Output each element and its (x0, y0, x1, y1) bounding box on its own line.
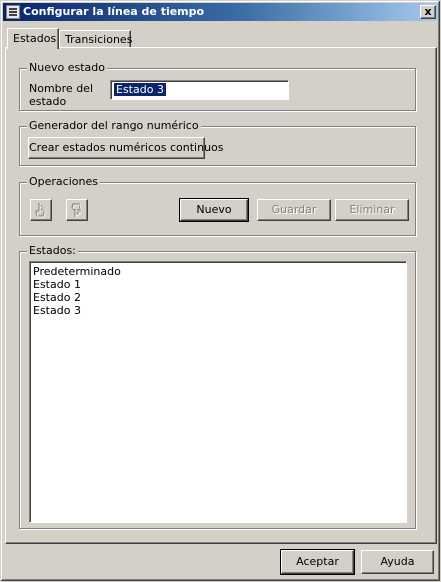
nuevo-estado-group: Nuevo estado Nombre del estado Estado 3 (19, 61, 416, 111)
close-button[interactable]: x (420, 5, 436, 19)
nuevo-estado-legend: Nuevo estado (27, 61, 107, 74)
nuevo-button[interactable]: Nuevo (179, 198, 249, 222)
estados-listbox[interactable]: Predeterminado Estado 1 Estado 2 Estado … (29, 261, 407, 523)
window-title: Configurar la línea de tiempo (23, 5, 205, 18)
crear-estados-button[interactable]: Crear estados numéricos continuos (28, 137, 224, 159)
tab-estados-label: Estados (13, 32, 57, 45)
operaciones-legend: Operaciones (27, 175, 100, 188)
generador-legend: Generador del rango numérico (27, 119, 201, 132)
operaciones-group: Operaciones Nuevo Guardar Eliminar (19, 175, 416, 236)
generador-group: Generador del rango numérico Crear estad… (19, 119, 416, 166)
dialog-window: Configurar la línea de tiempo x Estados … (0, 0, 441, 582)
list-item[interactable]: Estado 3 (30, 304, 406, 317)
move-down-button[interactable] (66, 199, 88, 221)
hand-up-icon (35, 203, 46, 218)
estados-legend: Estados: (27, 244, 78, 257)
aceptar-button[interactable]: Aceptar (280, 549, 355, 575)
estados-group: Estados: Predeterminado Estado 1 Estado … (19, 244, 416, 529)
app-window-icon (6, 5, 20, 19)
list-item[interactable]: Predeterminado (30, 265, 406, 278)
nombre-estado-value: Estado 3 (114, 83, 166, 96)
tab-estados[interactable]: Estados (7, 28, 59, 49)
tab-panel-estados: Nuevo estado Nombre del estado Estado 3 … (5, 47, 437, 544)
nombre-label-line2: estado (29, 95, 67, 108)
guardar-button[interactable]: Guardar (257, 199, 331, 221)
nuevo-label: Nuevo (196, 203, 232, 216)
ayuda-label: Ayuda (380, 555, 415, 568)
eliminar-label: Eliminar (349, 203, 395, 216)
guardar-label: Guardar (271, 203, 317, 216)
ayuda-button[interactable]: Ayuda (361, 550, 434, 574)
tab-transiciones-label: Transiciones (65, 33, 133, 46)
list-item[interactable]: Estado 1 (30, 278, 406, 291)
crear-estados-label: Crear estados numéricos continuos (29, 141, 224, 154)
tab-transiciones[interactable]: Transiciones (59, 30, 133, 48)
eliminar-button[interactable]: Eliminar (335, 199, 409, 221)
hand-down-icon (71, 203, 82, 218)
nombre-label-line1: Nombre del (29, 82, 94, 95)
list-item[interactable]: Estado 2 (30, 291, 406, 304)
nombre-estado-input[interactable]: Estado 3 (110, 80, 289, 100)
title-bar[interactable]: Configurar la línea de tiempo x (3, 3, 438, 21)
move-up-button[interactable] (30, 199, 52, 221)
aceptar-label: Aceptar (296, 555, 339, 568)
